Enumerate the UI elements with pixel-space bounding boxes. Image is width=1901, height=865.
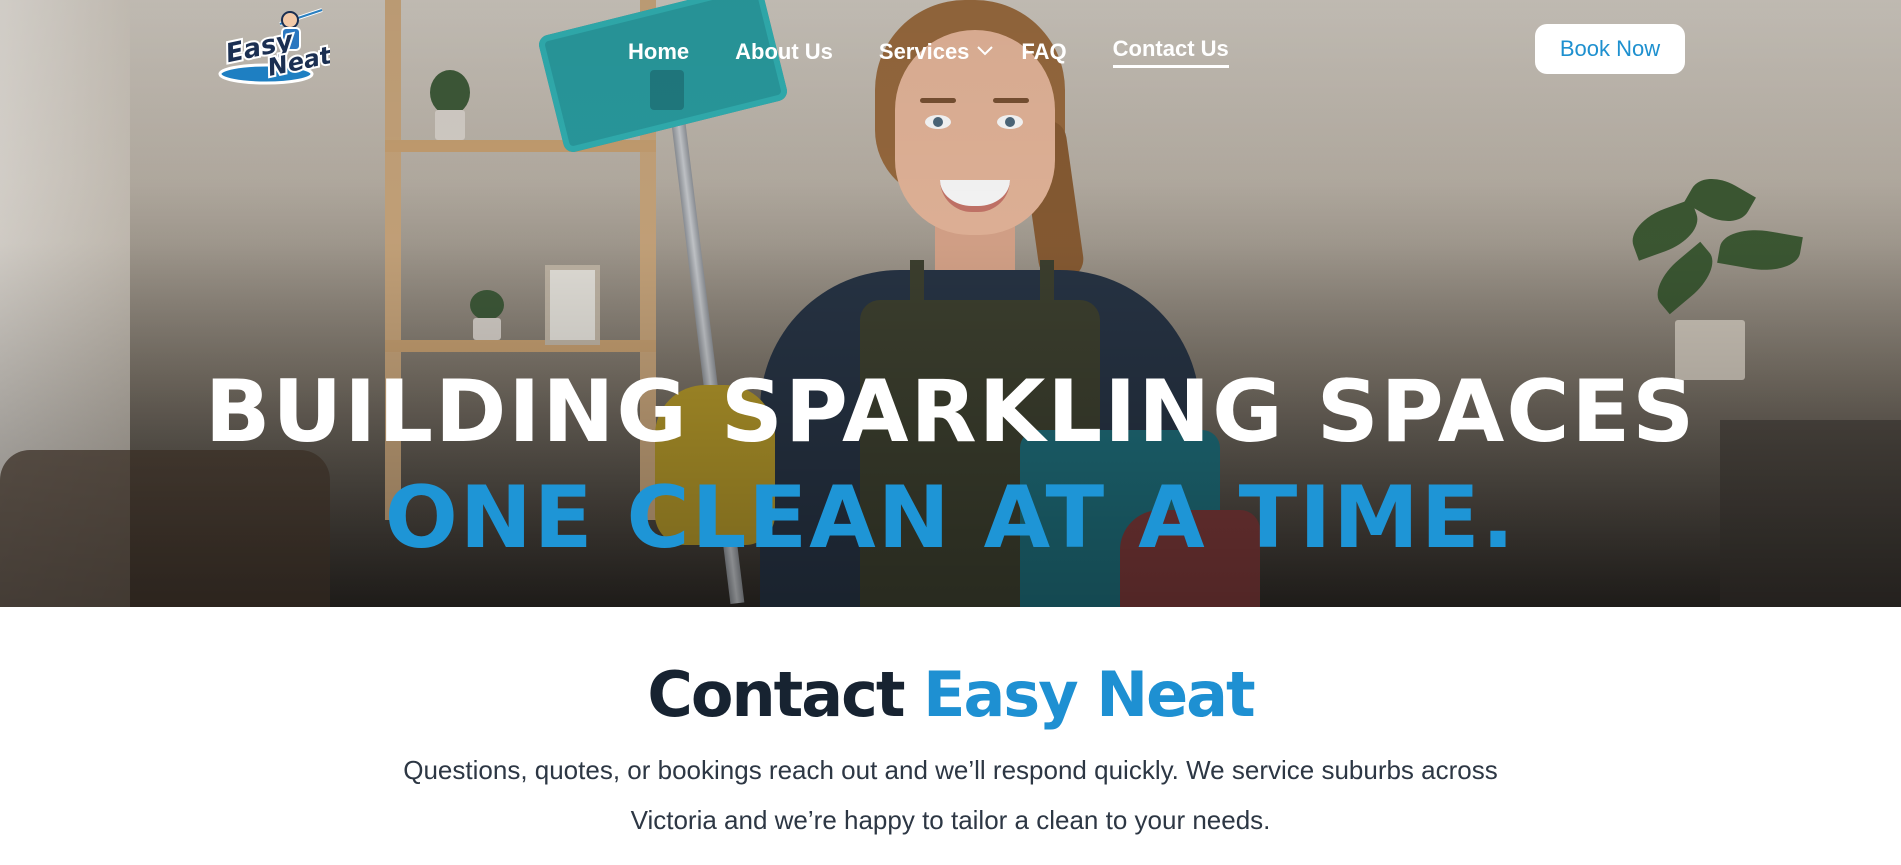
nav-contact-us-label: Contact Us [1112, 36, 1229, 61]
nav-home[interactable]: Home [628, 39, 689, 65]
top-navigation: Easy Neat Home About Us Services FAQ Con… [0, 0, 1901, 100]
nav-contact-us[interactable]: Contact Us [1112, 36, 1229, 68]
nav-about-us-label: About Us [735, 39, 833, 64]
hero-line-1: BUILDING SPARKLING SPACES [204, 362, 1697, 462]
nav-faq[interactable]: FAQ [1021, 39, 1066, 65]
nav-faq-label: FAQ [1021, 39, 1067, 64]
chevron-down-icon [977, 46, 994, 56]
book-now-button[interactable]: Book Now [1535, 24, 1685, 74]
contact-title: Contact Easy Neat [0, 655, 1901, 735]
nav-about-us[interactable]: About Us [735, 39, 833, 65]
contact-description: Questions, quotes, or bookings reach out… [403, 755, 1498, 835]
nav-services-label: Services [878, 39, 970, 64]
nav-links: Home About Us Services FAQ Contact Us [628, 36, 1275, 68]
easy-neat-logo[interactable]: Easy Neat [218, 6, 330, 92]
contact-title-part-2: Easy Neat [923, 658, 1256, 731]
contact-section: Contact Easy Neat Questions, quotes, or … [0, 655, 1901, 845]
nav-home-label: Home [628, 39, 690, 64]
contact-title-part-1: Contact [647, 658, 905, 731]
nav-services[interactable]: Services [879, 39, 994, 65]
hero-headline: BUILDING SPARKLING SPACES ONE CLEAN AT A… [0, 362, 1901, 568]
hero-line-2: ONE CLEAN AT A TIME. [384, 468, 1517, 568]
